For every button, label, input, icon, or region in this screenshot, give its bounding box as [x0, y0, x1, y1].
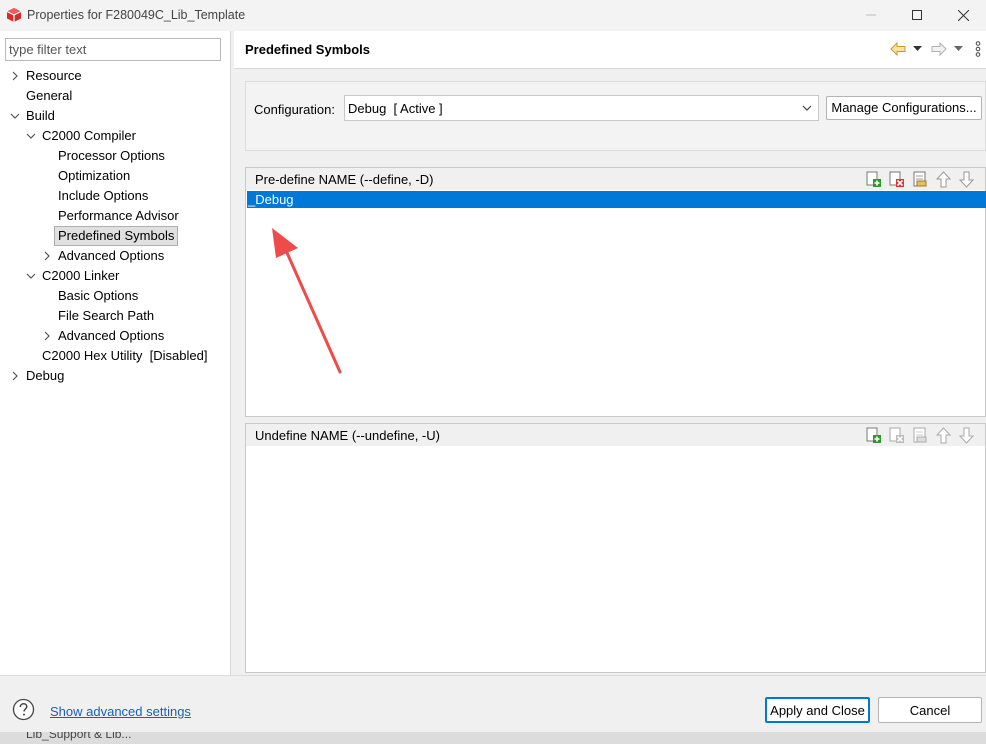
chevron-down-icon[interactable] — [913, 46, 922, 52]
predefine-list-header: Pre-define NAME (--define, -D) — [246, 168, 985, 190]
header-separator — [234, 68, 986, 69]
move-up-icon[interactable] — [935, 171, 952, 188]
tree-item-general[interactable]: General — [0, 86, 231, 106]
close-button[interactable] — [940, 0, 986, 31]
window-title: Properties for F280049C_Lib_Template — [27, 8, 246, 22]
chevron-down-icon[interactable] — [10, 111, 20, 121]
manage-configurations-button[interactable]: Manage Configurations... — [826, 96, 982, 120]
tree-item-c2000-linker[interactable]: C2000 Linker — [0, 266, 231, 286]
cancel-button[interactable]: Cancel — [878, 697, 982, 723]
tree-item-label: Resource — [26, 68, 82, 83]
vertical-dots-icon[interactable] — [975, 41, 981, 57]
move-down-icon[interactable] — [958, 171, 975, 188]
tree-item-predefined-symbols[interactable]: Predefined Symbols — [0, 226, 231, 246]
tree-item-debug[interactable]: Debug — [0, 366, 231, 386]
dialog-footer: Show advanced settings Apply and Close C… — [0, 675, 986, 732]
tree-item-label: C2000 Compiler — [42, 128, 136, 143]
tree-item-label: General — [26, 88, 73, 103]
taskbar-text: Lib_Support & Lib... — [26, 732, 132, 741]
tree-item-compiler-advanced-options[interactable]: Advanced Options — [0, 246, 231, 266]
delete-icon[interactable] — [888, 427, 905, 444]
tree-item-processor-options[interactable]: Processor Options — [0, 146, 231, 166]
chevron-right-icon[interactable] — [10, 371, 20, 381]
tree-item-hex-utility[interactable]: C2000 Hex Utility [Disabled] — [0, 346, 231, 366]
tree-item-label: C2000 Hex Utility [Disabled] — [42, 348, 208, 363]
tree-item-optimization[interactable]: Optimization — [0, 166, 231, 186]
tree-item-basic-options[interactable]: Basic Options — [0, 286, 231, 306]
page-header: Predefined Symbols — [234, 31, 986, 68]
move-up-icon[interactable] — [935, 427, 952, 444]
page-title: Predefined Symbols — [245, 42, 370, 57]
tree-item-c2000-compiler[interactable]: C2000 Compiler — [0, 126, 231, 146]
undefine-list-panel: Undefine NAME (--undefine, -U) — [245, 423, 986, 673]
forward-arrow-icon[interactable] — [931, 42, 947, 56]
title-bar: Properties for F280049C_Lib_Template — [0, 0, 986, 31]
tree-item-label: File Search Path — [58, 308, 155, 323]
apply-and-close-button[interactable]: Apply and Close — [765, 697, 870, 723]
tree-item-include-options[interactable]: Include Options — [0, 186, 231, 206]
chevron-right-icon[interactable] — [42, 331, 52, 341]
tree-item-performance-advisor[interactable]: Performance Advisor — [0, 206, 231, 226]
add-icon[interactable] — [865, 427, 882, 444]
undefine-list-header: Undefine NAME (--undefine, -U) — [246, 424, 985, 446]
back-arrow-icon[interactable] — [890, 42, 906, 56]
chevron-down-icon[interactable] — [954, 46, 963, 52]
configuration-dropdown[interactable]: Debug [ Active ] — [344, 95, 819, 121]
filter-input[interactable] — [6, 39, 220, 60]
undefine-toolbar — [865, 427, 985, 444]
edit-icon[interactable] — [912, 171, 929, 188]
tree-item-label: Optimization — [58, 168, 131, 183]
predefine-list-title: Pre-define NAME (--define, -D) — [255, 172, 434, 187]
chevron-right-icon[interactable] — [42, 251, 52, 261]
undefine-list-title: Undefine NAME (--undefine, -U) — [255, 428, 440, 443]
close-icon — [958, 10, 969, 21]
taskbar-strip: Lib_Support & Lib... — [0, 732, 986, 744]
property-tree-panel: Resource General Build C2000 Compiler Pr… — [0, 31, 231, 675]
predefine-list-panel: Pre-define NAME (--define, -D) _Debug — [245, 167, 986, 417]
tree-item-label: Build — [26, 108, 55, 123]
predefine-toolbar — [865, 171, 985, 188]
tree-item-label: Basic Options — [58, 288, 139, 303]
chevron-down-icon — [802, 105, 812, 111]
minimize-icon — [866, 14, 876, 16]
configuration-value: Debug [ Active ] — [348, 101, 443, 116]
move-down-icon[interactable] — [958, 427, 975, 444]
chevron-right-icon[interactable] — [10, 71, 20, 81]
tree-item-label: Include Options — [58, 188, 149, 203]
tree-item-label: Predefined Symbols — [54, 226, 179, 246]
maximize-icon — [912, 10, 922, 20]
tree-item-linker-advanced-options[interactable]: Advanced Options — [0, 326, 231, 346]
help-circle-icon[interactable] — [12, 698, 35, 721]
filter-box — [5, 38, 221, 61]
chevron-down-icon[interactable] — [26, 131, 36, 141]
tree-item-label: Advanced Options — [58, 328, 165, 343]
ccs-cube-icon — [6, 8, 22, 22]
maximize-button[interactable] — [894, 0, 940, 31]
predefine-list-item[interactable]: _Debug — [247, 191, 986, 208]
tree-item-label: Debug — [26, 368, 65, 383]
tree-item-label: C2000 Linker — [42, 268, 120, 283]
tree-item-label: Advanced Options — [58, 248, 165, 263]
show-advanced-settings-link[interactable]: Show advanced settings — [50, 704, 191, 719]
delete-icon[interactable] — [888, 171, 905, 188]
minimize-button[interactable] — [848, 0, 894, 31]
tree-item-file-search-path[interactable]: File Search Path — [0, 306, 231, 326]
configuration-group: Configuration: Debug [ Active ] Manage C… — [245, 81, 986, 151]
property-page: Predefined Symbols Configuration: Debug … — [234, 31, 986, 675]
chevron-down-icon[interactable] — [26, 271, 36, 281]
tree-item-label: Performance Advisor — [58, 208, 179, 223]
tree-item-resource[interactable]: Resource — [0, 66, 231, 86]
add-icon[interactable] — [865, 171, 882, 188]
tree-item-label: Processor Options — [58, 148, 165, 163]
tree-item-build[interactable]: Build — [0, 106, 231, 126]
configuration-label: Configuration: — [254, 102, 335, 117]
edit-icon[interactable] — [912, 427, 929, 444]
